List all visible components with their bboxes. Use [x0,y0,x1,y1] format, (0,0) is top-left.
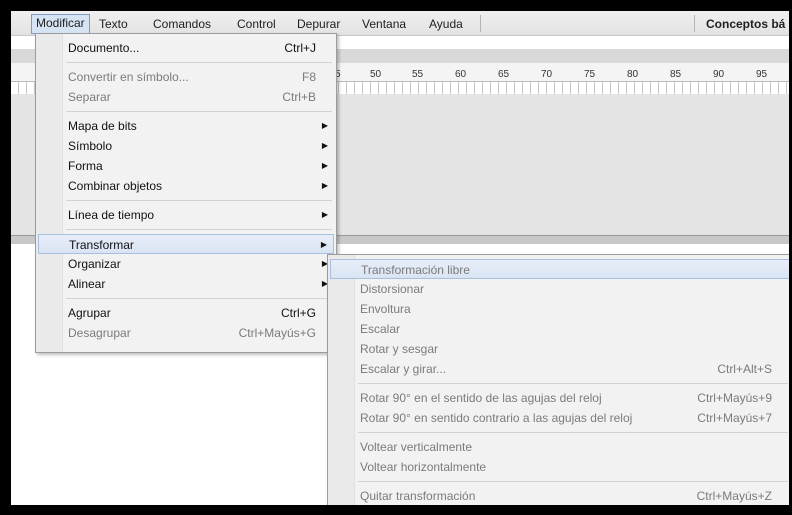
menu-item-linea-de-tiempo[interactable]: Línea de tiempo ▶ [36,205,336,225]
menu-separator [66,111,332,112]
menu-item-voltear-vertical[interactable]: Voltear verticalmente [328,437,789,457]
menu-item-label: Desagrupar [68,326,131,340]
menu-separator [358,432,788,433]
ruler-tick: 65 [498,69,510,80]
menu-item-label: Documento... [68,41,140,55]
menu-item-shortcut: Ctrl+J [284,41,316,55]
menu-separator [66,298,332,299]
menu-item-shortcut: Ctrl+G [280,306,316,320]
menu-item-forma[interactable]: Forma ▶ [36,156,336,176]
menu-item-voltear-horizontal[interactable]: Voltear horizontalmente [328,457,789,477]
menu-item-separar[interactable]: Separar Ctrl+B [36,87,336,107]
menu-ayuda[interactable]: Ayuda [425,15,467,33]
menu-item-label: Mapa de bits [68,119,137,133]
ruler-tick: 60 [455,69,467,80]
menu-item-transformar[interactable]: Transformar ▶ [38,234,334,254]
menu-modificar[interactable]: Modificar [31,14,90,34]
menu-item-label: Rotar 90° en sentido contrario a las agu… [360,411,633,425]
menu-item-shortcut: Ctrl+Mayús+9 [697,391,772,405]
menu-item-combinar-objetos[interactable]: Combinar objetos ▶ [36,176,336,196]
transformar-submenu: Transformación libre Distorsionar Envolt… [327,254,789,505]
menu-separator [66,229,332,230]
menu-item-convertir-simbolo[interactable]: Convertir en símbolo... F8 [36,67,336,87]
ruler-tick: 55 [412,69,424,80]
menu-item-label: Combinar objetos [68,179,163,193]
app-window: Modificar Texto Comandos Control Depurar… [8,8,792,508]
menu-item-rotar-90-horario[interactable]: Rotar 90° en el sentido de las agujas de… [328,388,789,408]
ruler-tick: 85 [670,69,682,80]
menu-item-label: Separar [68,90,111,104]
menu-texto[interactable]: Texto [95,15,132,33]
menu-separator [66,62,332,63]
menu-item-mapa-de-bits[interactable]: Mapa de bits ▶ [36,116,336,136]
menu-item-shortcut: Ctrl+Mayús+G [238,326,316,340]
ruler-tick: 50 [370,69,382,80]
menu-item-agrupar[interactable]: Agrupar Ctrl+G [36,303,336,323]
menu-item-label: Quitar transformación [360,489,476,503]
menu-item-transformacion-libre[interactable]: Transformación libre [330,259,789,279]
menu-item-shortcut: F8 [301,70,316,84]
menu-item-escalar[interactable]: Escalar [328,319,789,339]
menu-item-label: Convertir en símbolo... [68,70,189,84]
menu-item-envoltura[interactable]: Envoltura [328,299,789,319]
menu-item-label: Transformar [69,238,134,252]
menu-item-label: Forma [68,159,103,173]
menu-item-simbolo[interactable]: Símbolo ▶ [36,136,336,156]
menu-item-label: Rotar 90° en el sentido de las agujas de… [360,391,602,405]
modificar-dropdown: Documento... Ctrl+J Convertir en símbolo… [35,33,337,353]
submenu-arrow-icon: ▶ [321,181,328,190]
menu-item-label: Símbolo [68,139,113,153]
workspace-label[interactable]: Conceptos bá [706,15,785,33]
ruler-tick: 70 [541,69,553,80]
menu-item-label: Línea de tiempo [68,208,155,222]
menubar-divider [480,15,481,32]
ruler-tick: 90 [713,69,725,80]
menu-item-shortcut: Ctrl+B [282,90,316,104]
menu-control[interactable]: Control [233,15,280,33]
menu-item-rotar-sesgar[interactable]: Rotar y sesgar [328,339,789,359]
submenu-arrow-icon: ▶ [321,161,328,170]
menu-separator [66,200,332,201]
menu-item-organizar[interactable]: Organizar ▶ [36,254,336,274]
menu-depurar[interactable]: Depurar [293,15,344,33]
menu-item-shortcut: Ctrl+Mayús+7 [697,411,772,425]
menu-item-distorsionar[interactable]: Distorsionar [328,279,789,299]
menu-item-label: Distorsionar [360,282,425,296]
menu-ventana[interactable]: Ventana [358,15,410,33]
menu-item-rotar-90-antihorario[interactable]: Rotar 90° en sentido contrario a las agu… [328,408,789,428]
menubar-divider [694,15,695,32]
menu-item-label: Transformación libre [361,263,470,277]
submenu-arrow-icon: ▶ [321,141,328,150]
menu-item-label: Agrupar [68,306,111,320]
menu-item-label: Rotar y sesgar [360,342,439,356]
menu-item-label: Envoltura [360,302,411,316]
menu-item-desagrupar[interactable]: Desagrupar Ctrl+Mayús+G [36,323,336,343]
menu-item-escalar-girar[interactable]: Escalar y girar... Ctrl+Alt+S [328,359,789,379]
menu-item-label: Voltear horizontalmente [360,460,487,474]
ruler-tick: 80 [627,69,639,80]
menu-item-label: Escalar [360,322,401,336]
menu-item-label: Voltear verticalmente [360,440,473,454]
menu-item-label: Escalar y girar... [360,362,447,376]
menu-item-label: Alinear [68,277,106,291]
submenu-arrow-icon: ▶ [321,121,328,130]
submenu-arrow-icon: ▶ [320,240,327,249]
menu-comandos[interactable]: Comandos [149,15,215,33]
submenu-arrow-icon: ▶ [321,210,328,219]
menu-item-label: Organizar [68,257,121,271]
menu-item-quitar-transformacion[interactable]: Quitar transformación Ctrl+Mayús+Z [328,486,789,505]
menu-item-documento[interactable]: Documento... Ctrl+J [36,38,336,58]
menu-item-shortcut: Ctrl+Alt+S [717,362,772,376]
menu-separator [358,383,788,384]
menu-item-alinear[interactable]: Alinear ▶ [36,274,336,294]
ruler-tick: 95 [756,69,768,80]
menu-item-shortcut: Ctrl+Mayús+Z [696,489,772,503]
ruler-tick: 75 [584,69,596,80]
menu-separator [358,481,788,482]
